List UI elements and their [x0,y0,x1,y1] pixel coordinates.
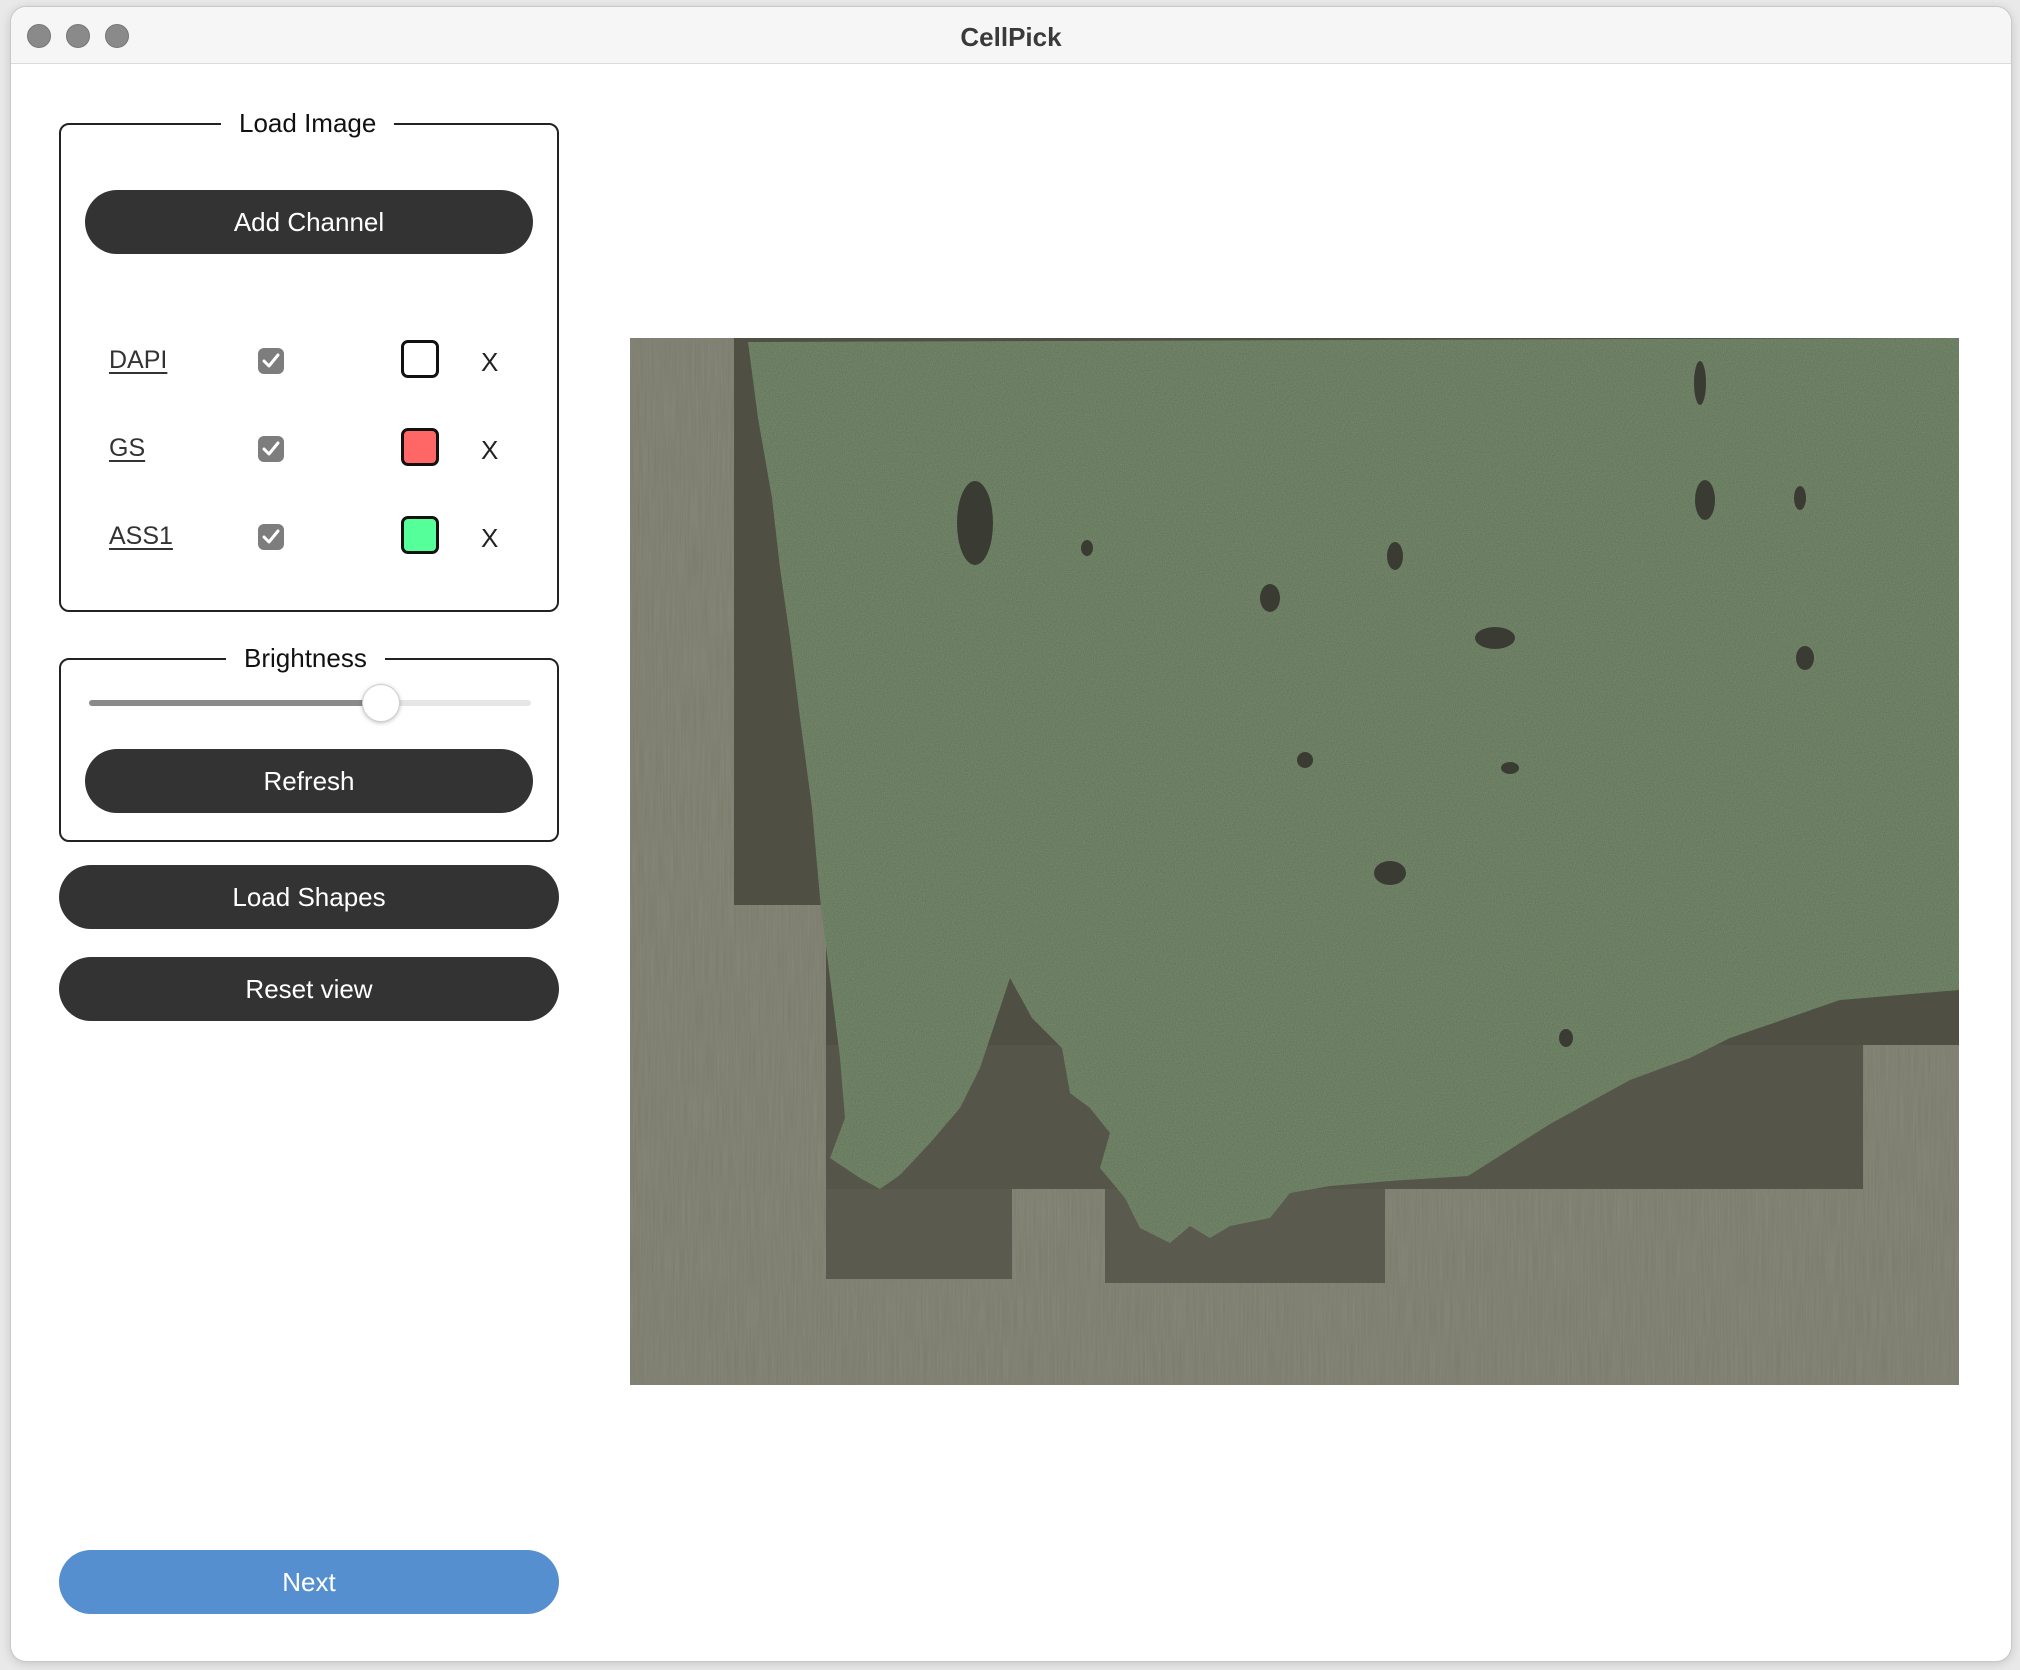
checkmark-icon [262,441,280,456]
brightness-group: Brightness Refresh [59,642,559,842]
remove-channel-button[interactable]: X [481,523,498,554]
checkmark-icon [262,353,280,368]
channel-color-swatch[interactable] [401,340,439,378]
remove-channel-button[interactable]: X [481,347,498,378]
channel-name-link[interactable]: DAPI [109,346,167,375]
channel-name-link[interactable]: GS [109,434,145,463]
brightness-slider-thumb[interactable] [361,684,400,722]
brightness-slider-fill [89,700,381,706]
app-window: CellPick Load Image Add Channel DAPI X G… [10,6,2012,1662]
load-image-group: Load Image Add Channel DAPI X GS X ASS1 … [59,107,559,612]
title-bar: CellPick [11,7,2011,64]
load-image-legend: Load Image [221,107,395,139]
load-shapes-button[interactable]: Load Shapes [59,865,559,929]
brightness-slider[interactable] [89,700,531,706]
window-title: CellPick [960,22,1062,52]
channel-name-link[interactable]: ASS1 [109,522,173,551]
next-button[interactable]: Next [59,1550,559,1614]
tissue-image [630,338,1959,1385]
refresh-button[interactable]: Refresh [85,749,533,813]
channel-visible-checkbox[interactable] [258,524,284,550]
checkmark-icon [262,529,280,544]
reset-view-button[interactable]: Reset view [59,957,559,1021]
remove-channel-button[interactable]: X [481,435,498,466]
channel-visible-checkbox[interactable] [258,348,284,374]
channel-visible-checkbox[interactable] [258,436,284,462]
channel-color-swatch[interactable] [401,516,439,554]
image-viewer[interactable] [630,338,1959,1385]
channel-color-swatch[interactable] [401,428,439,466]
brightness-legend: Brightness [226,642,385,674]
add-channel-button[interactable]: Add Channel [85,190,533,254]
